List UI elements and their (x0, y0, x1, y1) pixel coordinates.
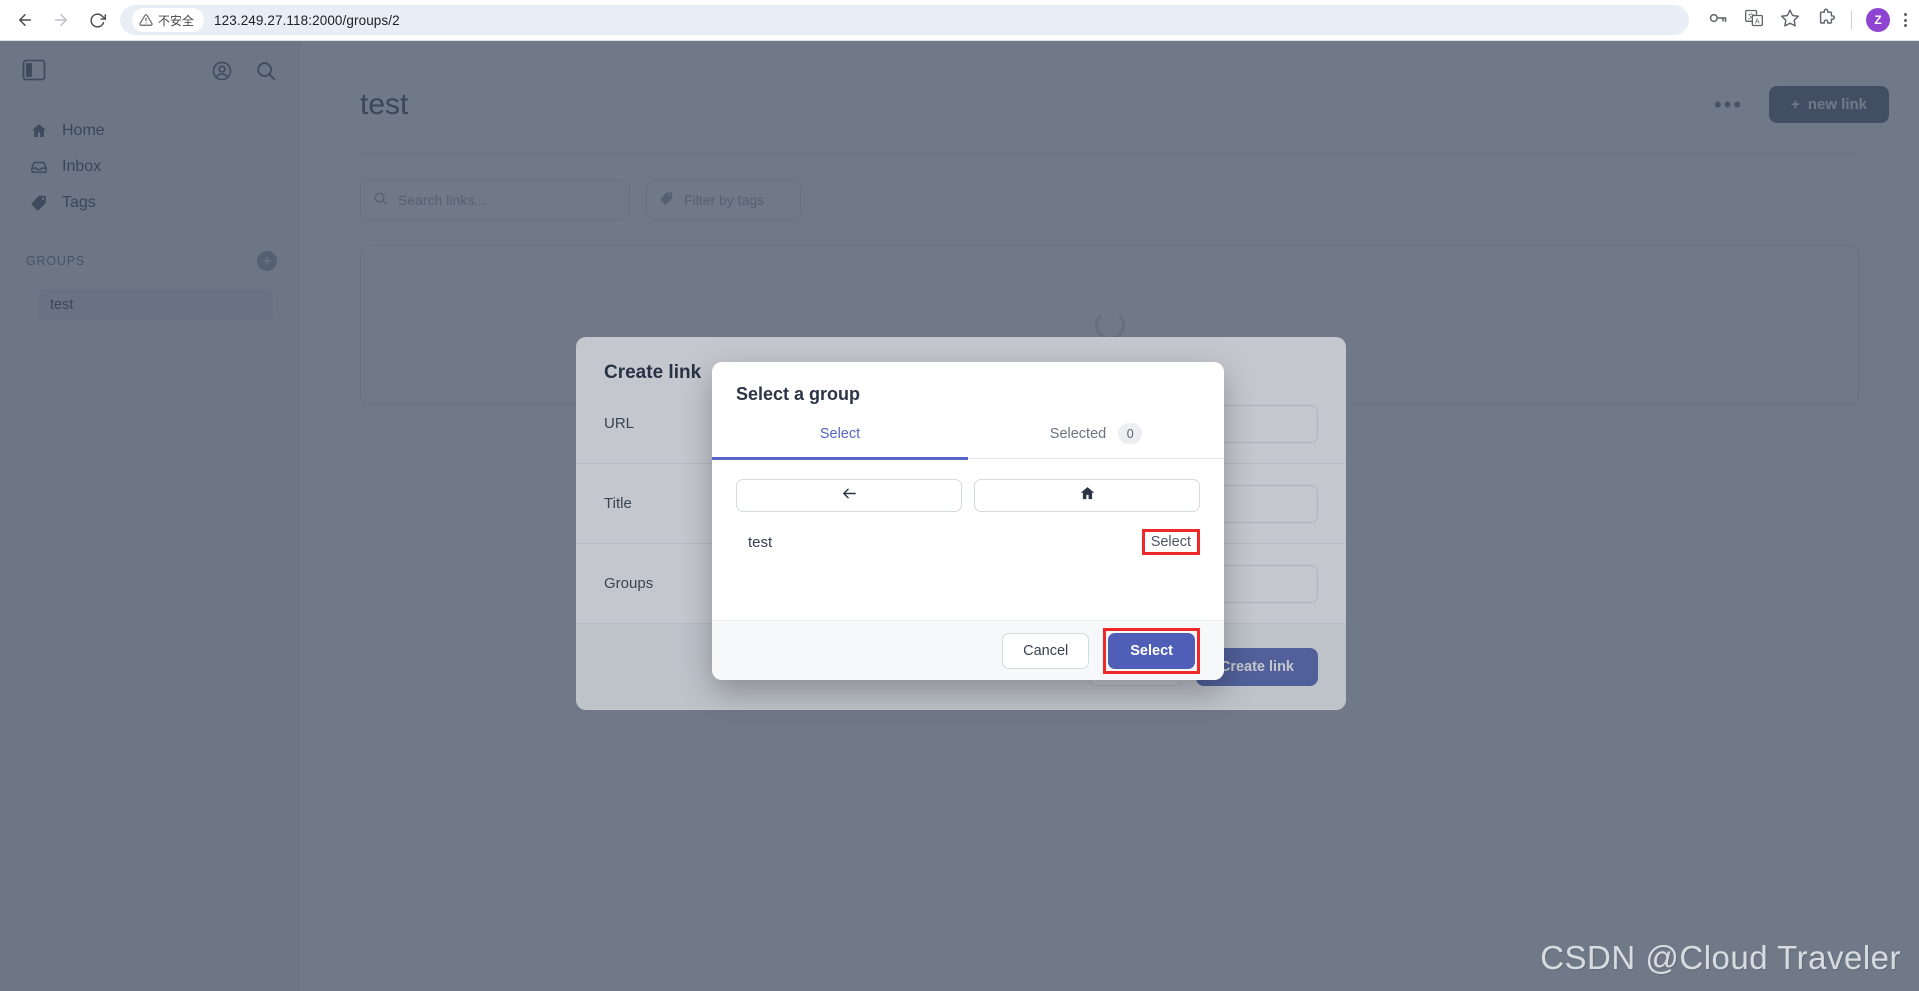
browser-toolbar: 不安全 123.249.27.118:2000/groups/2 文A Z (0, 0, 1919, 41)
site-security-label: 不安全 (158, 13, 195, 28)
home-icon (1079, 485, 1096, 507)
star-icon (1780, 8, 1800, 33)
select-group-cancel-button[interactable]: Cancel (1002, 632, 1090, 669)
select-group-submit-button[interactable]: Select (1108, 632, 1195, 669)
translate-button[interactable]: 文A (1743, 9, 1765, 31)
extensions-button[interactable] (1815, 8, 1837, 33)
nav-home-button[interactable] (974, 479, 1200, 512)
row-select-button[interactable]: Select (1141, 529, 1200, 555)
tab-underline (712, 457, 1224, 460)
profile-avatar[interactable]: Z (1866, 8, 1890, 32)
select-group-submit-highlight: Select (1103, 627, 1200, 674)
selected-count-badge: 0 (1118, 423, 1143, 444)
url-text: 123.249.27.118:2000/groups/2 (214, 12, 400, 28)
site-security-chip[interactable]: 不安全 (132, 8, 205, 32)
group-navigation-row (712, 459, 1224, 512)
tab-selected-label: Selected (1049, 425, 1107, 442)
password-manager-button[interactable] (1707, 9, 1729, 31)
puzzle-icon (1816, 8, 1836, 33)
watermark: CSDN @Cloud Traveler (1540, 939, 1901, 976)
browser-nav-buttons (0, 3, 114, 37)
tab-selected[interactable]: Selected 0 (968, 423, 1224, 458)
browser-toolbar-right: 文A Z (1699, 8, 1919, 32)
tab-select-label: Select (819, 425, 861, 442)
arrow-left-icon (841, 485, 858, 507)
tab-select[interactable]: Select (712, 423, 968, 458)
group-list: test Select (712, 512, 1224, 562)
select-group-footer: Cancel Select (712, 620, 1224, 680)
select-group-tabs: Select Selected 0 (712, 423, 1224, 458)
select-group-title: Select a group (736, 384, 861, 404)
bookmark-button[interactable] (1779, 8, 1801, 33)
warning-triangle-icon (139, 13, 153, 27)
back-button[interactable] (8, 3, 42, 37)
nav-back-button[interactable] (736, 479, 962, 512)
kebab-menu-icon (1904, 13, 1907, 16)
back-arrow-icon (16, 11, 34, 29)
list-item[interactable]: test Select (736, 522, 1200, 562)
toolbar-divider (1851, 11, 1852, 29)
address-bar[interactable]: 不安全 123.249.27.118:2000/groups/2 (120, 5, 1689, 35)
forward-button[interactable] (44, 3, 78, 37)
translate-icon: 文A (1744, 8, 1764, 33)
group-name: test (748, 533, 773, 551)
reload-icon (89, 12, 106, 29)
select-group-dialog: Select a group Select Selected 0 test Se… (712, 362, 1224, 680)
key-icon (1708, 8, 1728, 33)
tab-active-indicator (712, 457, 968, 460)
svg-text:A: A (1755, 17, 1760, 25)
forward-arrow-icon (52, 11, 70, 29)
reload-button[interactable] (80, 3, 114, 37)
chrome-menu-button[interactable] (1904, 13, 1907, 27)
